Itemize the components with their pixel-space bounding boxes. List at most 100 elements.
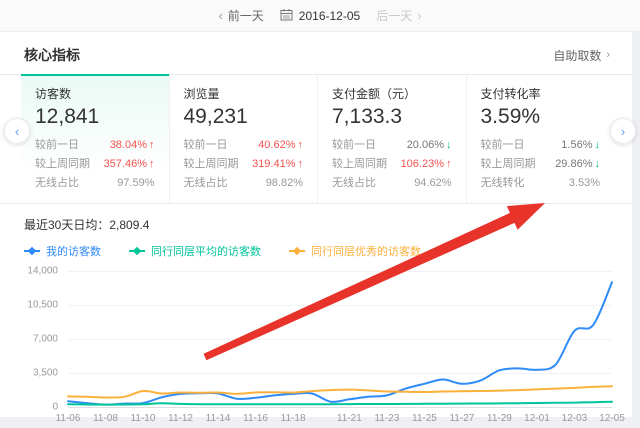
x-tick-label: 11-06	[56, 413, 81, 424]
metric-row-label: 无线占比	[332, 174, 376, 193]
trend-down-icon: ↓	[595, 136, 601, 155]
legend-label: 同行同层平均的访客数	[151, 243, 261, 259]
self-service-data-label: 自助取数	[553, 47, 601, 64]
metric-row-value: 357.46%	[104, 155, 147, 174]
metric-row: 较上周同期 357.46%↑	[35, 155, 155, 174]
metric-card-payment-amount[interactable]: 支付金额（元） 7,133.3 较前一日 20.06%↓ 较上周同期 106.2…	[317, 74, 466, 203]
metric-card-pageviews[interactable]: 浏览量 49,231 较前一日 40.62%↑ 较上周同期 319.41%↑ 无…	[169, 74, 318, 203]
metric-card-visitors[interactable]: 访客数 12,841 较前一日 38.04%↑ 较上周同期 357.46%↑ 无…	[21, 74, 169, 203]
metric-row-label: 较前一日	[35, 136, 79, 155]
date-picker[interactable]: 2016-12-05	[280, 8, 360, 24]
metric-row-label: 无线占比	[35, 174, 79, 193]
x-tick-label: 11-21	[337, 413, 362, 424]
series-line	[68, 386, 612, 397]
x-tick-label: 11-29	[487, 413, 512, 424]
line-diamond-marker-icon	[129, 250, 145, 252]
chevron-left-icon: ‹	[218, 8, 222, 23]
x-tick-label: 11-18	[281, 413, 306, 424]
chevron-right-icon: ›	[621, 125, 625, 138]
x-tick-label: 12-01	[524, 413, 550, 424]
metric-value: 7,133.3	[332, 105, 452, 129]
metric-row-value: 29.86%	[555, 155, 592, 174]
metric-row-label: 较上周同期	[35, 155, 90, 174]
metric-label: 支付金额（元）	[332, 85, 452, 102]
line-diamond-marker-icon	[289, 250, 305, 252]
trend-up-icon: ↑	[149, 136, 155, 155]
metric-row: 较前一日 20.06%↓	[332, 136, 452, 155]
metric-card-conversion-rate[interactable]: 支付转化率 3.59% 较前一日 1.56%↓ 较上周同期 29.86%↓ 无线…	[466, 74, 615, 203]
chart-summary: 最近30天日均：2,809.4	[24, 216, 612, 233]
legend-label: 我的访客数	[46, 243, 101, 259]
main-panel: 核心指标 自助取数 › 访客数 12,841 较前一日 38.04%↑ 较上周同…	[0, 32, 632, 417]
metric-row-value: 3.53%	[569, 174, 600, 193]
x-tick-label: 11-14	[206, 413, 231, 424]
calendar-icon	[280, 8, 293, 24]
y-tick-label: 10,500	[27, 299, 58, 310]
y-tick-label: 14,000	[27, 265, 58, 276]
cards-scroll-left-button[interactable]: ‹	[4, 118, 30, 144]
chevron-right-icon: ›	[606, 49, 610, 61]
x-tick-label: 11-25	[412, 413, 437, 424]
metric-row-value: 319.41%	[252, 155, 295, 174]
x-axis: 11-06 11-08 11-10 11-12 11-14 11-16 11-1…	[68, 408, 612, 428]
metric-label: 访客数	[35, 85, 155, 102]
metric-row-value: 38.04%	[110, 136, 147, 155]
legend-item-my-visitors[interactable]: 我的访客数	[24, 243, 101, 259]
metric-row: 无线占比 97.59%	[35, 174, 155, 193]
next-day-button[interactable]: 后一天 ›	[376, 7, 421, 24]
metric-row-value: 98.82%	[266, 174, 303, 193]
metric-row-value: 97.59%	[117, 174, 154, 193]
x-tick-label: 11-23	[374, 413, 399, 424]
metric-row-label: 无线占比	[184, 174, 228, 193]
metric-row-label: 较上周同期	[184, 155, 239, 174]
legend-item-peer-excellent[interactable]: 同行同层优秀的访客数	[289, 243, 421, 259]
prev-day-label: 前一天	[228, 7, 264, 24]
y-axis: 14,000 10,500 7,000 3,500 0	[24, 271, 64, 407]
metric-label: 支付转化率	[481, 85, 601, 102]
x-tick-label: 11-08	[93, 413, 118, 424]
self-service-data-link[interactable]: 自助取数 ›	[553, 47, 610, 64]
next-day-label: 后一天	[376, 7, 412, 24]
metric-row-label: 较前一日	[184, 136, 228, 155]
metric-row-label: 较上周同期	[332, 155, 387, 174]
metric-row: 无线占比 94.62%	[332, 174, 452, 193]
x-tick-label: 11-10	[131, 413, 156, 424]
metric-value: 3.59%	[481, 105, 601, 129]
line-diamond-marker-icon	[24, 250, 40, 252]
metric-row: 无线占比 98.82%	[184, 174, 304, 193]
chevron-left-icon: ‹	[15, 125, 19, 138]
x-tick-label: 11-27	[449, 413, 474, 424]
metric-row-label: 无线转化	[481, 174, 525, 193]
trend-down-icon: ↓	[595, 155, 601, 174]
plot-column: 11-06 11-08 11-10 11-12 11-14 11-16 11-1…	[68, 271, 612, 428]
metric-row-value: 106.23%	[401, 155, 444, 174]
metric-row: 较上周同期 319.41%↑	[184, 155, 304, 174]
x-tick-label: 12-05	[599, 413, 625, 424]
metric-row: 无线转化 3.53%	[481, 174, 601, 193]
metric-row: 较前一日 38.04%↑	[35, 136, 155, 155]
metric-row-label: 较前一日	[481, 136, 525, 155]
metric-row-label: 较前一日	[332, 136, 376, 155]
trend-up-icon: ↑	[298, 155, 304, 174]
metric-row: 较前一日 40.62%↑	[184, 136, 304, 155]
section-header: 核心指标 自助取数 ›	[0, 32, 632, 74]
metric-cards: 访客数 12,841 较前一日 38.04%↑ 较上周同期 357.46%↑ 无…	[21, 74, 614, 203]
chevron-right-icon: ›	[417, 8, 421, 23]
chart-legend: 我的访客数 同行同层平均的访客数 同行同层优秀的访客数	[24, 243, 612, 259]
legend-item-peer-average[interactable]: 同行同层平均的访客数	[129, 243, 261, 259]
cards-scroll-right-button[interactable]: ›	[610, 118, 636, 144]
plot-area[interactable]	[68, 271, 612, 408]
page-title: 核心指标	[24, 45, 80, 65]
y-tick-label: 7,000	[33, 333, 58, 344]
legend-label: 同行同层优秀的访客数	[311, 243, 421, 259]
prev-day-button[interactable]: ‹ 前一天	[218, 7, 263, 24]
metric-row-label: 较上周同期	[481, 155, 536, 174]
metric-row-value: 1.56%	[561, 136, 592, 155]
y-tick-label: 0	[52, 401, 58, 412]
trend-chart-section: 最近30天日均：2,809.4 我的访客数 同行同层平均的访客数 同行同层优秀的…	[0, 204, 632, 428]
trend-up-icon: ↑	[298, 136, 304, 155]
current-date: 2016-12-05	[299, 9, 360, 23]
chart-lines-svg	[68, 271, 612, 407]
trend-down-icon: ↓	[446, 136, 452, 155]
trend-up-icon: ↑	[446, 155, 452, 174]
